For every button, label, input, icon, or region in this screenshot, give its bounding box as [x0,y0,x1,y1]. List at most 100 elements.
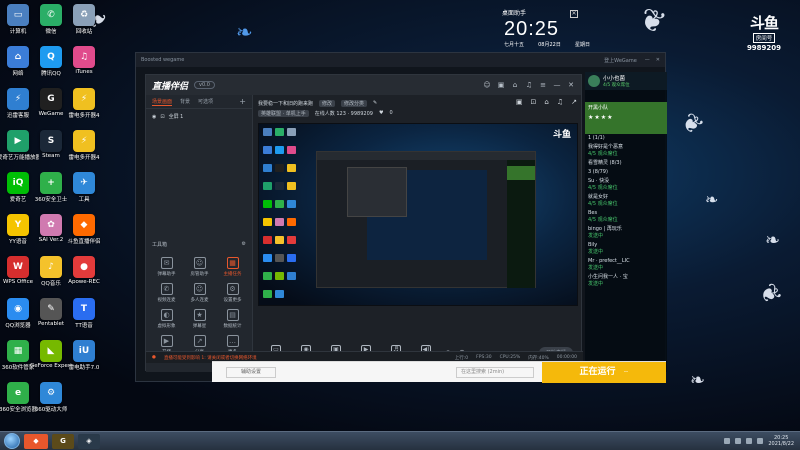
tool-button[interactable]: ▤ 数据统计 [216,309,249,329]
desktop-icon[interactable]: ✆ 微信 [36,4,66,35]
bell-icon[interactable]: ♫ [525,81,533,89]
desktop-icon[interactable]: ⚡ 迅雷客服 [3,88,33,119]
scene-item[interactable]: ◉ ⊡ 全屏 1 [146,109,252,124]
desktop-icon-label: 工具 [78,197,90,203]
minimize-icon[interactable]: — [553,81,561,89]
eye-icon[interactable]: ◉ [152,114,156,120]
tray-clock[interactable]: 20:25 2021/8/22 [768,435,794,447]
taskbar-app-wegame[interactable]: G [52,433,74,449]
desktop-icon[interactable]: S Steam [36,130,66,159]
chat-message: Bes 4/5 观众席位 [585,209,667,225]
gift-icon[interactable]: ▣ [516,98,523,106]
desktop-icon[interactable]: ♪ QQ音乐 [36,256,66,287]
share-icon[interactable]: ↗ [571,98,577,106]
menu-icon[interactable]: ≡ [539,81,547,89]
live-preview[interactable]: 斗鱼 [258,123,578,306]
close-icon[interactable]: ✕ [567,81,575,89]
running-button[interactable]: 正在运行 ー [542,362,666,383]
bag-icon[interactable]: ⌂ [544,98,548,106]
taskbar-app-league[interactable]: ◈ [78,433,100,449]
desktop-icon[interactable]: W WPS Office [3,256,33,285]
clock-close-icon[interactable]: ✕ [570,10,578,18]
shop-icon[interactable]: ⌂ [511,81,519,89]
tool-button[interactable]: ☺ 房管助手 [183,257,216,277]
taskbar-app-douyu[interactable]: ◆ [24,433,48,449]
desktop-icon[interactable]: e 360安全浏览器 [0,382,37,413]
tray-icon[interactable] [724,438,731,444]
edit-icon[interactable]: ✎ [373,100,377,106]
chat-user[interactable]: 小生问我一人 · 宝 [588,274,664,281]
tool-button[interactable]: ✉ 弹幕助手 [150,257,183,277]
close-icon[interactable]: ✕ [656,57,660,63]
chat-user[interactable]: 看雪精灵 (8/3) [588,160,664,167]
desktop-icon[interactable]: ● Apowe-REC [68,256,100,285]
tool-button[interactable]: ★ 弹幕星 [183,309,216,329]
chat-user[interactable]: Mr · prefect__LIC [588,258,664,265]
edit-category-button[interactable]: 修改分类 [341,99,368,107]
tool-button[interactable]: ✆ 视频连麦 [150,283,183,303]
tab-background[interactable]: 背景 [180,98,190,105]
chat-user[interactable]: Bily [588,242,664,249]
toolbox-grid: ✉ 弹幕助手 ☺ 房管助手 ▦ 主播任务 ✆ 视频连麦 ☺ 多人连麦 ⚙ 设置更多 ◐ 虚拟形象 ★ 弹幕星 ▤… [150,257,250,355]
desktop-icon[interactable]: ⚡ 雷电多开器4 [69,130,100,161]
app-icon: G [40,88,62,110]
desktop-icon[interactable]: T TT语音 [69,298,99,329]
tab-scene[interactable]: 场景画面 [152,98,173,106]
room-category[interactable]: 英雄联盟 · 单机上手 [258,109,309,117]
add-scene-icon[interactable]: + [239,97,246,106]
desktop-icon[interactable]: ✈ 工具 [69,172,99,203]
desktop-icon[interactable]: ◉ QQ浏览器 [3,298,33,329]
avatar[interactable] [588,75,600,87]
desktop-icon[interactable]: Q 腾讯QQ [36,46,66,77]
desktop-icon[interactable]: ✎ Pentablet [36,298,66,327]
edit-title-button[interactable]: 修改 [319,99,336,107]
desktop-icon[interactable]: ✿ SAI Ver.2 [36,214,66,243]
preview-mini-icon [263,218,272,226]
minimize-icon[interactable]: — [645,57,650,63]
desktop-icon[interactable]: iU 雷电助手7.0 [69,340,99,371]
tool-label: 房管助手 [190,272,209,277]
bell-icon[interactable]: ♫ [557,98,563,106]
team-banner[interactable]: 开黑小队 ★★★★ [585,102,667,134]
chat-user[interactable]: bingo | 再玩乐 [588,226,664,233]
chat-user[interactable]: 就是女好 [588,194,664,201]
start-button[interactable] [4,433,20,449]
desktop-icon[interactable]: ⚙ 360驱动大师 [35,382,67,413]
desktop-icon[interactable]: ◣GeForce Experience [30,340,72,369]
chat-user[interactable]: Bes [588,210,664,217]
wegame-user[interactable]: 登上WeGame [604,57,637,64]
toolbox-settings-icon[interactable]: ⚙ [242,241,246,248]
chat-user[interactable]: 3 (8/79) [588,169,664,176]
assist-settings-button[interactable]: 辅助设置 [226,367,276,378]
tool-button[interactable]: ⚙ 设置更多 [216,283,249,303]
desktop-icon[interactable]: G WeGame [36,88,66,117]
desktop-icon[interactable]: ♻ 回收站 [69,4,99,35]
desktop-icon[interactable]: ⚡ 雷电多开器4 [69,88,100,119]
tab-options[interactable]: 可选项 [198,98,213,105]
gift-icon[interactable]: ▣ [497,81,505,89]
desktop-icon[interactable]: Y YY语音 [3,214,33,245]
chat-user[interactable]: 我得好是个恶意 [588,144,664,151]
desktop-icon[interactable]: +360安全卫士 [35,172,67,203]
desktop-icon[interactable]: ▶爱奇艺万能播放器 [0,130,39,161]
chat-user[interactable]: 1 (1/1) [588,135,664,142]
lock-icon[interactable]: ⊡ [160,114,164,120]
search-input[interactable]: 在这里搜索 (2min) [456,367,534,378]
desktop-icon[interactable]: ♫ iTunes [69,46,99,75]
avatar-icon[interactable]: ☺ [483,81,491,89]
feather-decoration: ❧ [690,370,706,391]
desktop-icon[interactable]: ⌂ 网络 [3,46,33,77]
tool-button[interactable]: ◐ 虚拟形象 [150,309,183,329]
tray-icon[interactable] [735,438,742,444]
desktop-icon[interactable]: ◆ 斗鱼直播伴侣 [67,214,101,245]
lock-icon[interactable]: ⊡ [531,98,537,106]
chat-user[interactable]: Su · 快没 [588,178,664,185]
status-duration: 00:00:00 [556,355,577,360]
volume-icon[interactable] [757,438,764,444]
network-icon[interactable] [746,438,753,444]
tool-button[interactable]: ▦ 主播任务 [216,257,249,277]
desktop-icon[interactable]: iQ 爱奇艺 [3,172,33,203]
desktop-icon[interactable]: ▭ 计算机 [3,4,33,35]
desktop-icon[interactable]: ▦ 360软件管家 [2,340,34,371]
tool-button[interactable]: ☺ 多人连麦 [183,283,216,303]
